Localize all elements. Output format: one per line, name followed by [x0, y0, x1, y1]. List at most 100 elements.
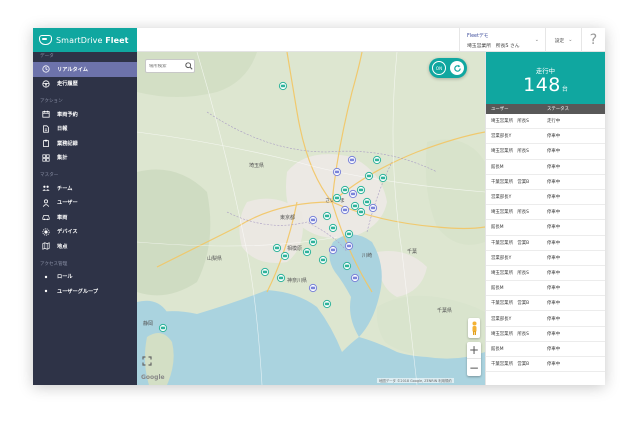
vehicle-marker-icon[interactable] — [372, 155, 382, 165]
vehicle-marker-icon[interactable] — [364, 171, 374, 181]
vehicle-marker-icon[interactable] — [278, 81, 288, 91]
sidebar-item-label: 日報 — [57, 126, 68, 133]
fleet-account-selector[interactable]: Fleetデモ 埼玉営業所 所長S さん ⌄ — [459, 28, 545, 52]
zoom-in-button[interactable]: + — [467, 342, 481, 359]
table-row[interactable]: 営業部長Y 停車中 — [486, 190, 605, 206]
sidebar-item-2-2[interactable]: 車両 — [33, 210, 137, 225]
vehicle-marker-icon[interactable] — [328, 223, 338, 233]
column-header-status[interactable]: ステータス — [546, 106, 569, 112]
sidebar-item-3-1[interactable]: ユーザーグループ — [33, 284, 137, 299]
sidebar-item-3-0[interactable]: ロール — [33, 270, 137, 285]
grid-icon — [41, 153, 51, 163]
table-row[interactable]: 埼玉営業所 所長S 停車中 — [486, 327, 605, 342]
vehicle-marker-icon[interactable] — [308, 237, 318, 247]
sidebar-item-1-0[interactable]: 車両予約 — [33, 107, 137, 122]
search-icon[interactable] — [185, 62, 193, 70]
row-user: 営業部長Y — [491, 195, 512, 201]
vehicle-marker-icon[interactable] — [368, 203, 378, 213]
vehicle-marker-icon[interactable] — [322, 299, 332, 309]
sidebar-item-1-1[interactable]: 日報 — [33, 122, 137, 137]
sidebar-item-1-2[interactable]: 業務記録 — [33, 136, 137, 151]
vehicle-marker-icon[interactable] — [260, 267, 270, 277]
settings-label: 設定 — [554, 38, 565, 44]
vehicle-marker-icon[interactable] — [272, 243, 282, 253]
map-view[interactable]: 埼玉県 さいたま 東京都 山梨県 相模原 神奈川県 川崎 千葉 千葉県 静岡 O… — [137, 52, 485, 385]
vehicle-marker-icon[interactable] — [322, 211, 332, 221]
sidebar-item-2-0[interactable]: チーム — [33, 181, 137, 196]
fullscreen-icon[interactable] — [141, 355, 153, 367]
vehicle-marker-icon[interactable] — [308, 283, 318, 293]
row-status: 停車中 — [547, 346, 561, 352]
sidebar-item-2-4[interactable]: 地点 — [33, 239, 137, 254]
vehicle-marker-icon[interactable] — [348, 189, 358, 199]
sidebar-item-2-3[interactable]: デバイス — [33, 225, 137, 240]
table-row[interactable]: 館長M 停車中 — [486, 220, 605, 236]
table-row[interactable]: 千葉営業所 営業B 停車中 — [486, 357, 605, 373]
map-icon — [41, 241, 51, 251]
table-row[interactable]: 千葉営業所 営業B 停車中 — [486, 296, 605, 312]
app-window: SmartDrive Fleet データリアルタイム走行履歴アクション車両予約日… — [33, 28, 605, 385]
vehicle-marker-icon[interactable] — [332, 193, 342, 203]
table-row[interactable]: 埼玉営業所 所長S 停車中 — [486, 266, 605, 282]
row-status: 停車中 — [547, 331, 561, 337]
sidebar-item-label: リアルタイム — [57, 66, 88, 73]
table-row[interactable]: 埼玉営業所 所長S 走行中 — [486, 114, 605, 130]
settings-menu[interactable]: 設定 ⌄ — [545, 28, 581, 52]
vehicle-marker-icon[interactable] — [378, 173, 388, 183]
table-row[interactable]: 館長M 停車中 — [486, 160, 605, 175]
sidebar-section-title: アクション — [40, 99, 63, 104]
vehicle-marker-icon[interactable] — [356, 185, 366, 195]
vehicle-marker-icon[interactable] — [328, 245, 338, 255]
vehicle-marker-icon[interactable] — [350, 201, 360, 211]
row-user: 営業部長Y — [491, 316, 512, 322]
sidebar-item-1-3[interactable]: 集計 — [33, 151, 137, 166]
table-row[interactable]: 館長M 停車中 — [486, 342, 605, 357]
row-user: 埼玉営業所 所長S — [491, 270, 529, 276]
vehicle-marker-icon[interactable] — [158, 323, 168, 333]
sidebar-item-0-1[interactable]: 走行履歴 — [33, 77, 137, 92]
vehicle-marker-icon[interactable] — [308, 215, 318, 225]
table-row[interactable]: 千葉営業所 営業B 停車中 — [486, 236, 605, 251]
vehicle-marker-icon[interactable] — [342, 261, 352, 271]
table-row[interactable]: 埼玉営業所 所長S 停車中 — [486, 144, 605, 160]
refresh-icon[interactable] — [450, 61, 464, 75]
place-search[interactable] — [145, 59, 195, 73]
place-search-input[interactable] — [149, 63, 183, 69]
column-header-user[interactable]: ユーザー — [486, 106, 546, 112]
table-row[interactable]: 館長M 停車中 — [486, 281, 605, 297]
sidebar-item-label: デバイス — [57, 229, 78, 236]
table-row[interactable]: 千葉営業所 営業B 停車中 — [486, 175, 605, 190]
sidebar-item-2-1[interactable]: ユーザー — [33, 196, 137, 211]
vehicle-marker-icon[interactable] — [318, 255, 328, 265]
map-attribution[interactable]: 地図データ ©2018 Google, ZENRIN 利用規約 — [377, 378, 454, 383]
vehicle-marker-icon[interactable] — [362, 197, 372, 207]
vehicle-marker-icon[interactable] — [344, 229, 354, 239]
sidebar-section-title: データ — [40, 54, 54, 59]
vehicle-marker-icon[interactable] — [347, 155, 357, 165]
help-button[interactable]: ? — [581, 28, 605, 52]
table-row[interactable]: 埼玉営業所 所長S 停車中 — [486, 205, 605, 221]
vehicle-marker-icon[interactable] — [302, 247, 312, 257]
vehicle-marker-icon[interactable] — [332, 167, 342, 177]
zoom-out-button[interactable]: − — [467, 359, 481, 376]
vehicle-marker-icon[interactable] — [340, 205, 350, 215]
table-row[interactable]: 営業部長Y 停車中 — [486, 311, 605, 327]
table-row[interactable]: 営業部長Y 停車中 — [486, 129, 605, 145]
vehicle-marker-icon[interactable] — [344, 241, 354, 251]
vehicle-marker-icon[interactable] — [350, 273, 360, 283]
vehicle-marker-icon[interactable] — [276, 273, 286, 283]
calendar-icon — [41, 109, 51, 119]
vehicle-marker-icon[interactable] — [340, 185, 350, 195]
row-status: 停車中 — [547, 225, 561, 231]
vehicle-marker-icon[interactable] — [280, 251, 290, 261]
street-view-pegman-icon[interactable] — [468, 318, 480, 338]
row-user: 埼玉営業所 所長S — [491, 149, 529, 155]
sidebar-item-0-0[interactable]: リアルタイム — [33, 62, 137, 77]
realtime-toggle[interactable]: ON — [429, 58, 467, 78]
smartdrive-logo-icon — [39, 35, 52, 45]
brand-logo[interactable]: SmartDrive Fleet — [33, 28, 137, 52]
vehicle-marker-icon[interactable] — [356, 207, 366, 217]
table-row[interactable]: 営業部長Y 停車中 — [486, 251, 605, 266]
row-status: 停車中 — [547, 255, 561, 261]
sidebar-item-label: 地点 — [57, 243, 68, 250]
